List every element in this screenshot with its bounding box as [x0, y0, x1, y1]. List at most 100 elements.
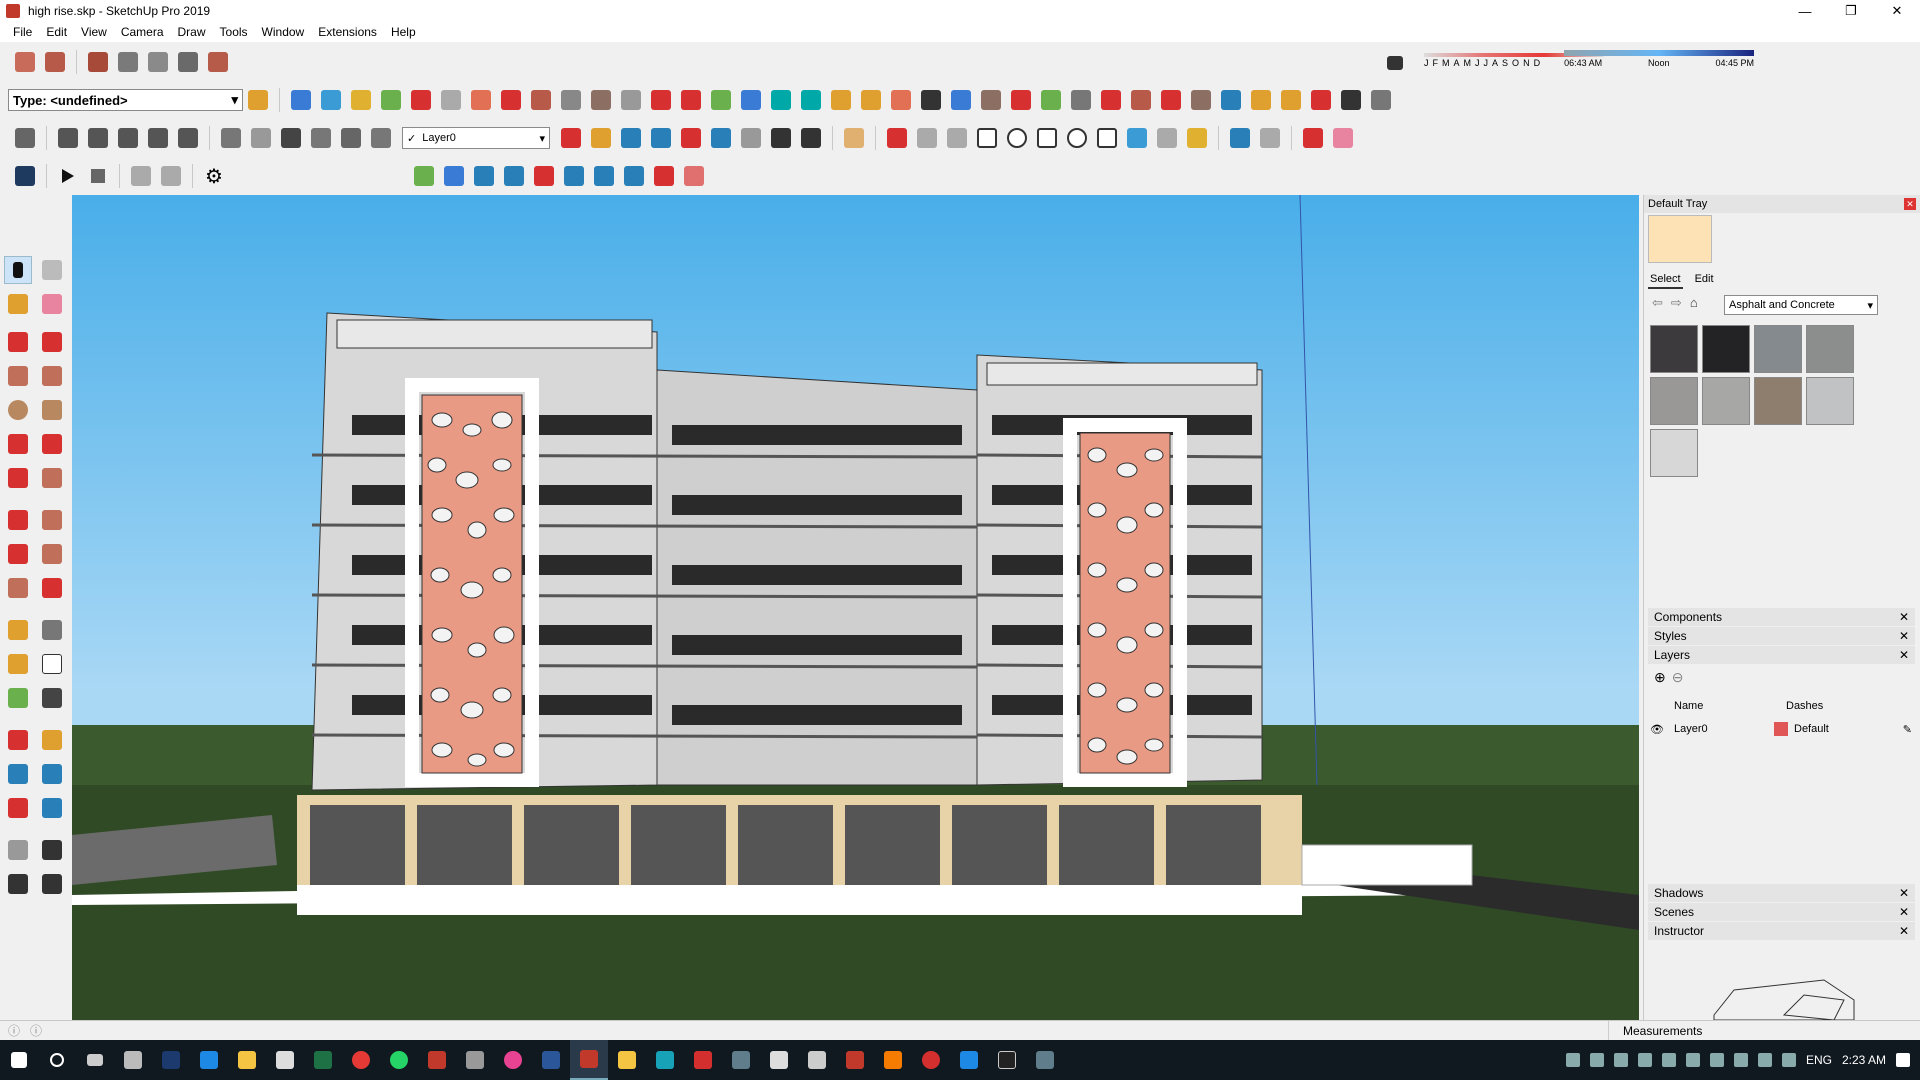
extension-warehouse-icon[interactable]: [83, 48, 113, 76]
tool-icon[interactable]: [286, 86, 316, 114]
tool-icon[interactable]: [466, 86, 496, 114]
sandbox-icon[interactable]: [839, 124, 869, 152]
section-plane-icon[interactable]: [38, 870, 66, 898]
protractor-icon[interactable]: [4, 650, 32, 678]
scene-icon[interactable]: [126, 162, 156, 190]
tool-icon[interactable]: [1036, 86, 1066, 114]
rectangle-icon[interactable]: [972, 124, 1002, 152]
language-indicator[interactable]: ENG: [1806, 1053, 1832, 1067]
move-icon[interactable]: [4, 506, 32, 534]
panel-components[interactable]: Components ✕: [1648, 608, 1915, 626]
tray-icon[interactable]: [1685, 1053, 1700, 1067]
material-library-select[interactable]: Asphalt and Concrete ▾: [1724, 295, 1878, 315]
material-swatch[interactable]: [1754, 325, 1802, 373]
photoshop-icon[interactable]: [152, 1040, 190, 1080]
tool-icon[interactable]: [469, 162, 499, 190]
menu-extensions[interactable]: Extensions: [311, 25, 384, 39]
zoom-icon[interactable]: [4, 760, 32, 788]
start-icon[interactable]: [0, 1040, 38, 1080]
paint-bucket-icon[interactable]: [4, 290, 32, 318]
app-icon[interactable]: [950, 1040, 988, 1080]
circle-icon[interactable]: [1002, 124, 1032, 152]
sketchup-taskbar-icon[interactable]: [570, 1040, 608, 1080]
tool-icon[interactable]: [346, 86, 376, 114]
panel-layers[interactable]: Layers ✕: [1648, 646, 1915, 664]
material-swatch[interactable]: [1702, 325, 1750, 373]
sandbox-from-contours-icon[interactable]: [113, 48, 143, 76]
tool-icon[interactable]: [1006, 86, 1036, 114]
chrome-icon[interactable]: [342, 1040, 380, 1080]
wireframe-icon[interactable]: [246, 124, 276, 152]
3d-text-icon[interactable]: [38, 684, 66, 712]
month-slider[interactable]: J F M A M J J A S O N D: [1424, 53, 1604, 68]
tool-icon[interactable]: [1336, 86, 1366, 114]
tool-icon[interactable]: [886, 86, 916, 114]
scale-icon[interactable]: [1298, 124, 1328, 152]
tray-icon[interactable]: [1733, 1053, 1748, 1067]
select-arrow-icon[interactable]: [4, 256, 32, 284]
opera-icon[interactable]: [912, 1040, 950, 1080]
hidden-line-icon[interactable]: [306, 124, 336, 152]
tool-icon[interactable]: [439, 162, 469, 190]
blob-icon[interactable]: [1152, 124, 1182, 152]
previous-view-icon[interactable]: [706, 124, 736, 152]
pencil-icon[interactable]: [882, 124, 912, 152]
vlc-icon[interactable]: [874, 1040, 912, 1080]
line-icon[interactable]: [4, 328, 32, 356]
tool-icon[interactable]: [526, 86, 556, 114]
time-slider[interactable]: 06:43 AM Noon 04:45 PM: [1564, 50, 1755, 68]
play-icon[interactable]: [53, 162, 83, 190]
app-icon[interactable]: [418, 1040, 456, 1080]
acrobat-icon[interactable]: [684, 1040, 722, 1080]
edge-icon[interactable]: [190, 1040, 228, 1080]
app-icon[interactable]: [836, 1040, 874, 1080]
back-arrow-icon[interactable]: ⇦: [1652, 295, 1663, 311]
close-icon[interactable]: ✕: [1899, 905, 1909, 919]
tool-icon[interactable]: [496, 86, 526, 114]
tool-icon[interactable]: [1126, 86, 1156, 114]
offset-icon[interactable]: [38, 574, 66, 602]
close-button[interactable]: ✕: [1874, 0, 1920, 22]
wifi-icon[interactable]: [1757, 1053, 1772, 1067]
material-swatch[interactable]: [1650, 325, 1698, 373]
app-icon[interactable]: [1026, 1040, 1064, 1080]
view-right-icon[interactable]: [113, 124, 143, 152]
lumion-icon[interactable]: [10, 162, 40, 190]
close-icon[interactable]: ✕: [1899, 924, 1909, 938]
scene-delete-icon[interactable]: [156, 162, 186, 190]
menu-window[interactable]: Window: [255, 25, 312, 39]
lasso-icon[interactable]: [1255, 124, 1285, 152]
tool-icon[interactable]: [1186, 86, 1216, 114]
zoom-window-icon[interactable]: [646, 124, 676, 152]
close-icon[interactable]: ✕: [1899, 648, 1909, 662]
shadow-toggle-icon[interactable]: [1380, 49, 1410, 77]
zoom-icon[interactable]: [616, 124, 646, 152]
word-icon[interactable]: [532, 1040, 570, 1080]
pdf-icon[interactable]: [798, 1040, 836, 1080]
menu-edit[interactable]: Edit: [39, 25, 74, 39]
menu-camera[interactable]: Camera: [114, 25, 171, 39]
classifier-icon[interactable]: [243, 86, 273, 114]
tool-icon[interactable]: [559, 162, 589, 190]
tray-icon[interactable]: [1709, 1053, 1724, 1067]
store-icon[interactable]: [266, 1040, 304, 1080]
app-icon[interactable]: [646, 1040, 684, 1080]
rotated-rectangle-icon[interactable]: [38, 362, 66, 390]
tool-icon[interactable]: [499, 162, 529, 190]
view-back-icon[interactable]: [143, 124, 173, 152]
tool-icon[interactable]: [916, 86, 946, 114]
tool-icon[interactable]: [589, 162, 619, 190]
volume-icon[interactable]: [1781, 1053, 1796, 1067]
walk-icon[interactable]: [4, 870, 32, 898]
tool-icon[interactable]: [1216, 86, 1246, 114]
tray-close-icon[interactable]: ✕: [1904, 198, 1916, 210]
material-swatch[interactable]: [1806, 325, 1854, 373]
xray-icon[interactable]: [216, 124, 246, 152]
textured-icon[interactable]: [366, 124, 396, 152]
tool-icon[interactable]: [316, 86, 346, 114]
tray-icon[interactable]: [1589, 1053, 1604, 1067]
look-around-icon[interactable]: [38, 836, 66, 864]
tool-icon[interactable]: [529, 162, 559, 190]
view-left-icon[interactable]: [173, 124, 203, 152]
pie-icon[interactable]: [38, 464, 66, 492]
